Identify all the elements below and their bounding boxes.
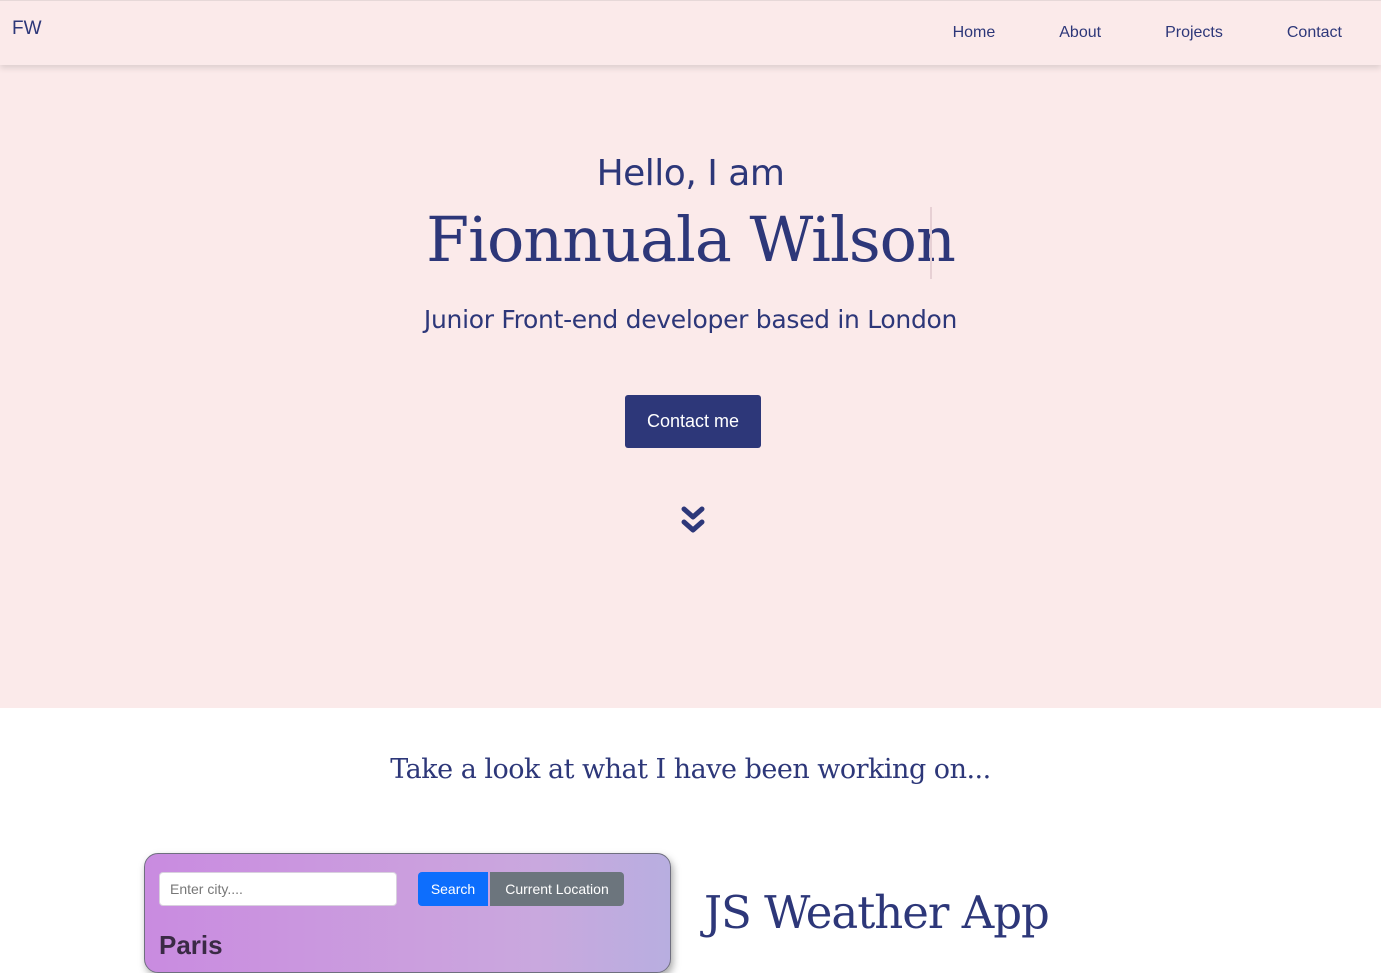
nav-link-projects[interactable]: Projects [1133, 24, 1255, 42]
project-title: JS Weather App [704, 886, 1050, 939]
nav-link-about[interactable]: About [1027, 24, 1133, 42]
city-search-input[interactable] [159, 872, 397, 906]
hero-section: Hello, I am Fionnuala Wilson Junior Fron… [0, 65, 1381, 708]
navbar: FW Home About Projects Contact [0, 0, 1381, 65]
nav-links: Home About Projects Contact [921, 1, 1381, 65]
hero-name: Fionnuala Wilson [426, 203, 956, 276]
projects-section: Take a look at what I have been working … [0, 708, 1381, 973]
contact-me-button[interactable]: Contact me [625, 395, 761, 448]
typing-cursor [930, 207, 932, 279]
search-button[interactable]: Search [418, 872, 488, 906]
nav-link-contact[interactable]: Contact [1255, 24, 1381, 42]
hero-greeting: Hello, I am [596, 153, 785, 194]
weather-app-preview[interactable]: Search Current Location Paris [144, 853, 671, 973]
nav-link-home[interactable]: Home [921, 24, 1028, 42]
brand-logo[interactable]: FW [12, 18, 42, 40]
hero-tagline: Junior Front-end developer based in Lond… [423, 305, 958, 334]
double-chevron-down-icon[interactable] [677, 505, 709, 539]
preview-city-name: Paris [159, 930, 223, 960]
projects-heading: Take a look at what I have been working … [390, 754, 991, 785]
current-location-button[interactable]: Current Location [490, 872, 624, 906]
